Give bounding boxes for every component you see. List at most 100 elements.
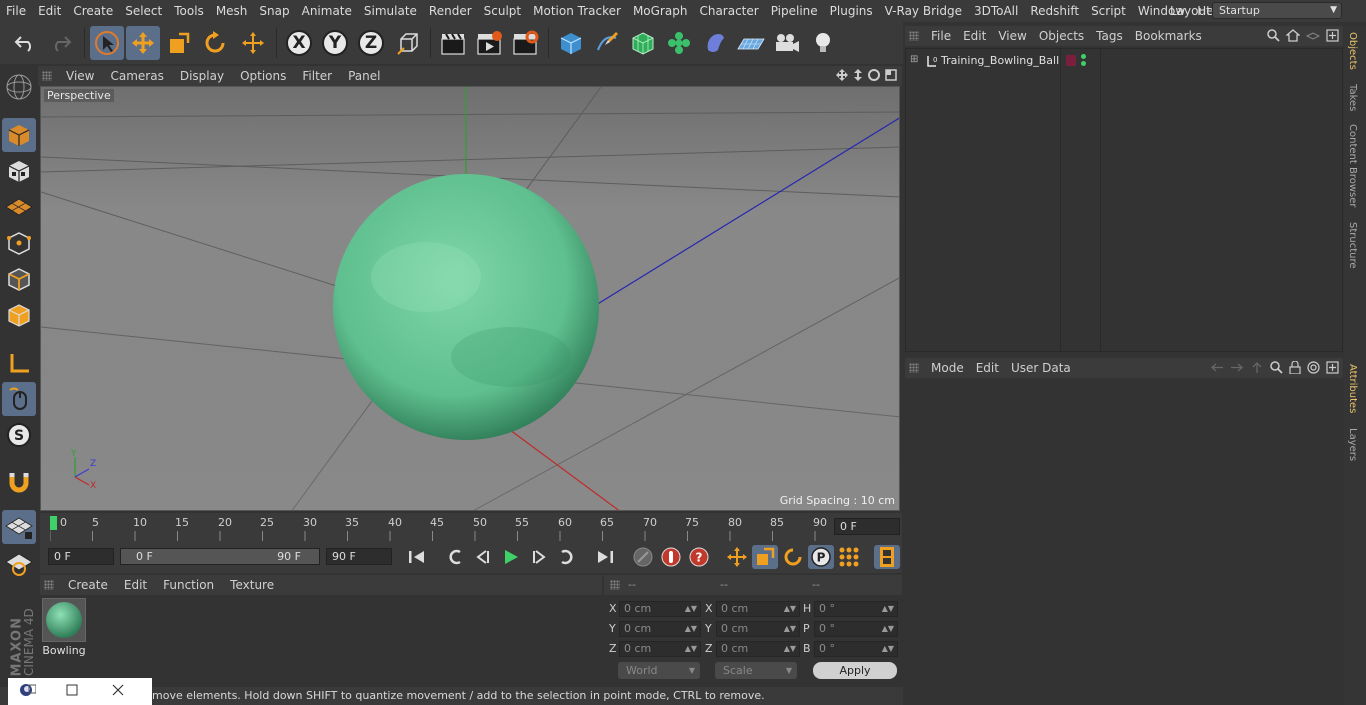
menu-mograph[interactable]: MoGraph (627, 0, 694, 22)
forward-arrow-icon[interactable] (1230, 361, 1244, 374)
select-tool-button[interactable] (90, 26, 124, 60)
autokeying-button[interactable] (658, 545, 684, 569)
tab-objects[interactable]: Objects (1347, 32, 1358, 70)
add-deformer-button[interactable] (698, 26, 732, 60)
scale-tool-button[interactable] (162, 26, 196, 60)
add-subdivision-surface-button[interactable] (626, 26, 660, 60)
edges-mode-button[interactable] (2, 262, 36, 296)
menu-script[interactable]: Script (1085, 0, 1132, 22)
spinner-icon[interactable]: ▲▼ (685, 642, 697, 656)
menu-animate[interactable]: Animate (296, 0, 358, 22)
viewport-menu-display[interactable]: Display (172, 69, 232, 83)
viewport-menu-view[interactable]: View (58, 69, 102, 83)
dolly-icon[interactable] (852, 68, 864, 82)
expand-toggle-icon[interactable]: ⊞ (910, 54, 918, 65)
axis-x-toggle[interactable]: X (282, 26, 316, 60)
search-icon[interactable] (1270, 361, 1283, 374)
perspective-viewport[interactable]: Y Z X Perspective Grid Spacing : 10 cm (40, 86, 900, 511)
material-menu-edit[interactable]: Edit (116, 578, 155, 592)
object-menu-file[interactable]: File (925, 29, 957, 43)
grip-handle[interactable] (44, 580, 54, 590)
add-cube-button[interactable] (554, 26, 588, 60)
tab-structure[interactable]: Structure (1347, 222, 1358, 269)
tab-attributes[interactable]: Attributes (1347, 364, 1358, 413)
go-to-end-button[interactable] (592, 545, 618, 569)
size-x-field[interactable]: 0 cm ▲▼ (716, 601, 800, 617)
timeline-window-button[interactable] (874, 545, 900, 569)
render-to-picture-viewer-button[interactable] (472, 26, 506, 60)
object-menu-edit[interactable]: Edit (957, 29, 992, 43)
record-rotation-button[interactable] (780, 545, 806, 569)
object-menu-tags[interactable]: Tags (1090, 29, 1129, 43)
points-mode-button[interactable] (2, 226, 36, 260)
pan-icon[interactable] (835, 68, 849, 82)
menu-pipeline[interactable]: Pipeline (765, 0, 824, 22)
object-menu-objects[interactable]: Objects (1033, 29, 1090, 43)
snap-toggle-button[interactable] (2, 466, 36, 500)
add-camera-button[interactable] (770, 26, 804, 60)
render-settings-button[interactable] (508, 26, 542, 60)
menu-select[interactable]: Select (119, 0, 168, 22)
axis-y-toggle[interactable]: Y (318, 26, 352, 60)
menu-simulate[interactable]: Simulate (358, 0, 423, 22)
position-y-field[interactable]: 0 cm ▲▼ (619, 621, 701, 637)
viewport-menu-options[interactable]: Options (232, 69, 294, 83)
menu-mesh[interactable]: Mesh (210, 0, 254, 22)
coordinate-system-button[interactable] (392, 26, 426, 60)
orbit-icon[interactable] (867, 68, 881, 82)
frame-range-slider[interactable]: 0 F 90 F (120, 548, 320, 565)
live-select-button[interactable] (236, 26, 270, 60)
spinner-icon[interactable]: ▲▼ (685, 622, 697, 636)
material-menu-function[interactable]: Function (155, 578, 222, 592)
close-icon[interactable] (112, 684, 124, 699)
render-view-button[interactable] (436, 26, 470, 60)
attribute-menu-user-data[interactable]: User Data (1005, 361, 1077, 375)
record-active-objects-button[interactable] (630, 545, 656, 569)
search-icon[interactable] (1267, 29, 1280, 42)
menu-vray-bridge[interactable]: V-Ray Bridge (879, 0, 968, 22)
size-z-field[interactable]: 0 cm ▲▼ (716, 641, 800, 657)
axis-mode-button[interactable] (2, 346, 36, 380)
record-position-button[interactable] (724, 545, 750, 569)
maximize-icon[interactable] (884, 68, 898, 82)
material-menu-create[interactable]: Create (60, 578, 116, 592)
viewport-menu-filter[interactable]: Filter (294, 69, 340, 83)
spinner-icon[interactable]: ▲▼ (784, 642, 796, 656)
viewport-menu-cameras[interactable]: Cameras (102, 69, 171, 83)
menu-redshift[interactable]: Redshift (1024, 0, 1085, 22)
target-icon[interactable] (1307, 361, 1320, 374)
menu-file[interactable]: File (0, 0, 32, 22)
position-z-field[interactable]: 0 cm ▲▼ (619, 641, 701, 657)
solo-button[interactable]: S (2, 418, 36, 452)
home-icon[interactable] (1286, 29, 1300, 42)
move-tool-button[interactable] (126, 26, 160, 60)
lock-icon[interactable] (1289, 361, 1301, 374)
spinner-icon[interactable]: ▲▼ (882, 622, 894, 636)
add-floor-button[interactable] (734, 26, 768, 60)
add-light-button[interactable] (806, 26, 840, 60)
spinner-icon[interactable]: ▲▼ (685, 602, 697, 616)
next-key-button[interactable] (554, 545, 580, 569)
menu-plugins[interactable]: Plugins (824, 0, 879, 22)
menu-sculpt[interactable]: Sculpt (478, 0, 527, 22)
coordinate-space-dropdown[interactable]: World ▼ (618, 662, 700, 679)
attribute-menu-edit[interactable]: Edit (970, 361, 1005, 375)
attribute-menu-mode[interactable]: Mode (925, 361, 970, 375)
undo-button[interactable] (8, 26, 42, 60)
playhead[interactable] (50, 516, 57, 530)
menu-motion-tracker[interactable]: Motion Tracker (527, 0, 627, 22)
texture-mode-button[interactable] (2, 154, 36, 188)
rotation-b-field[interactable]: 0 ° ▲▼ (814, 641, 898, 657)
polygons-mode-button[interactable] (2, 298, 36, 332)
object-row-training-bowling-ball[interactable]: ⊞ 0 Training_Bowling_Ball (908, 51, 1338, 71)
apply-button[interactable]: Apply (813, 662, 897, 679)
object-menu-bookmarks[interactable]: Bookmarks (1129, 29, 1208, 43)
menu-render[interactable]: Render (423, 0, 478, 22)
new-window-icon[interactable] (1326, 29, 1339, 42)
current-frame-field[interactable]: 0 F (834, 518, 900, 535)
restore-window-icon[interactable] (66, 684, 78, 699)
make-editable-button[interactable] (2, 70, 36, 104)
layers-icon[interactable] (1306, 29, 1320, 42)
add-cloner-button[interactable] (662, 26, 696, 60)
add-spline-pen-button[interactable] (590, 26, 624, 60)
